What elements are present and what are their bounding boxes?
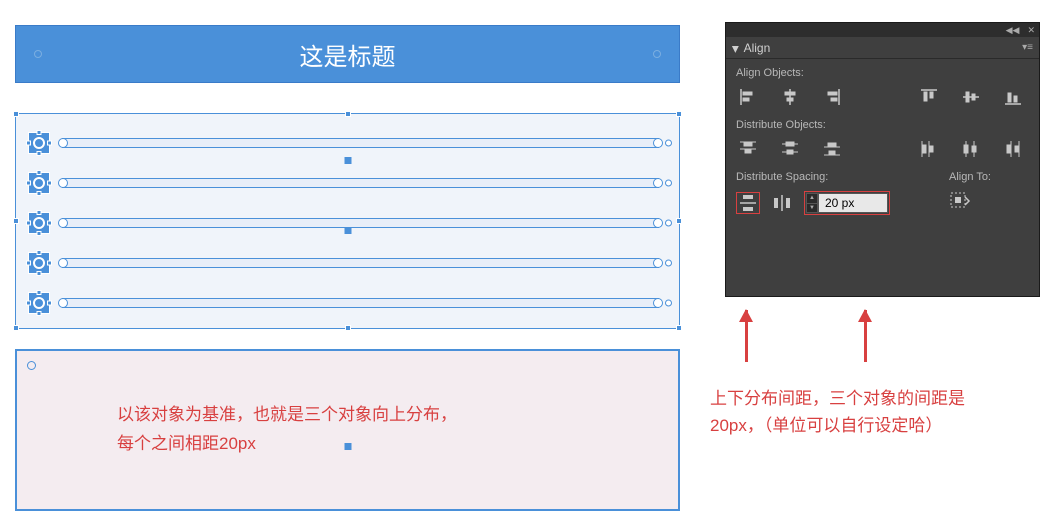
panel-topbar: ◀◀ ✕ [726,23,1039,37]
selection-handle-icon[interactable] [345,325,351,331]
align-right-icon[interactable] [822,87,842,107]
mid-handle-icon[interactable] [344,227,351,234]
mid-handle-icon[interactable] [344,157,351,164]
spacing-value-input[interactable]: 20 px [818,193,888,213]
distribute-bottom-icon[interactable] [822,139,842,159]
title-block[interactable]: 这是标题 [15,25,680,83]
list-item[interactable] [28,172,667,194]
align-vcenter-icon[interactable] [961,87,981,107]
selection-handle-icon[interactable] [13,218,19,224]
selection-handle-icon[interactable] [676,111,682,117]
bullet-icon [28,212,50,234]
section-label: Align To: [949,171,1029,183]
section-label: Distribute Objects: [736,119,1029,131]
close-icon[interactable]: ✕ [1027,25,1035,36]
panel-header: ▶ Align ▾≡ [726,37,1039,59]
mid-handle-icon[interactable] [344,443,351,450]
vertical-distribute-space-button[interactable] [736,192,760,214]
spacing-input-wrap: ▲ ▼ 20 px [804,191,890,215]
annotation-text: 以该对象为基准，也就是三个对象向上分布， 每个之间相距20px [117,401,628,459]
spacing-stepper[interactable]: ▲ ▼ [806,193,818,213]
selection-handle-icon[interactable] [345,111,351,117]
align-bottom-icon[interactable] [1003,87,1023,107]
distribute-left-icon[interactable] [919,139,939,159]
section-label: Align Objects: [736,67,1029,79]
handle-icon [34,50,42,58]
anchor-handle-icon[interactable] [665,140,672,147]
anchor-handle-icon[interactable] [58,138,68,148]
annotation-block[interactable]: 以该对象为基准，也就是三个对象向上分布， 每个之间相距20px [15,349,680,511]
bullet-icon [28,132,50,154]
list-item[interactable] [28,292,667,314]
stepper-down-icon[interactable]: ▼ [807,204,817,213]
distribute-hcenter-icon[interactable] [961,139,981,159]
arrow-icon [864,310,867,362]
section-label: Distribute Spacing: [736,171,933,183]
handle-icon [653,50,661,58]
list-item[interactable] [28,132,667,154]
bullet-icon [28,252,50,274]
distribute-spacing-section: Distribute Spacing: ▲ ▼ 20 px [736,171,933,215]
anchor-handle-icon[interactable] [27,361,36,370]
distribute-objects-section: Distribute Objects: [726,111,1039,163]
align-top-icon[interactable] [919,87,939,107]
distribute-vcenter-icon[interactable] [780,139,800,159]
collapse-icon[interactable]: ◀◀ [1006,25,1020,36]
selection-handle-icon[interactable] [676,218,682,224]
distribute-right-icon[interactable] [1003,139,1023,159]
align-left-icon[interactable] [738,87,758,107]
list-block[interactable] [15,113,680,329]
panel-title-text: Align [744,41,771,55]
selection-handle-icon[interactable] [676,325,682,331]
align-objects-section: Align Objects: [726,59,1039,111]
panel-title[interactable]: ▶ Align [732,41,770,55]
row-bar[interactable] [62,178,659,188]
anchor-handle-icon[interactable] [653,138,663,148]
row-bar[interactable] [62,218,659,228]
horizontal-distribute-space-button[interactable] [770,192,794,214]
selection-handle-icon[interactable] [13,325,19,331]
distribute-top-icon[interactable] [738,139,758,159]
chevron-icon: ▶ [730,46,741,53]
row-bar[interactable] [62,298,659,308]
align-panel: ◀◀ ✕ ▶ Align ▾≡ Align Objects: Distribut… [725,22,1040,297]
bullet-icon [28,292,50,314]
arrow-icon [745,310,748,362]
row-bar[interactable] [62,138,659,148]
annotation-right: 上下分布间距，三个对象的间距是 20px，（单位可以自行设定哈） [710,385,1040,439]
panel-menu-icon[interactable]: ▾≡ [1022,42,1033,53]
title-text: 这是标题 [300,37,396,72]
stepper-up-icon[interactable]: ▲ [807,194,817,204]
selection-handle-icon[interactable] [13,111,19,117]
align-to-section: Align To: [949,171,1029,213]
align-hcenter-icon[interactable] [780,87,800,107]
bullet-icon [28,172,50,194]
canvas-area: 这是标题 [15,25,680,511]
list-item[interactable] [28,252,667,274]
align-to-selection-button[interactable] [949,191,971,213]
row-bar[interactable] [62,258,659,268]
